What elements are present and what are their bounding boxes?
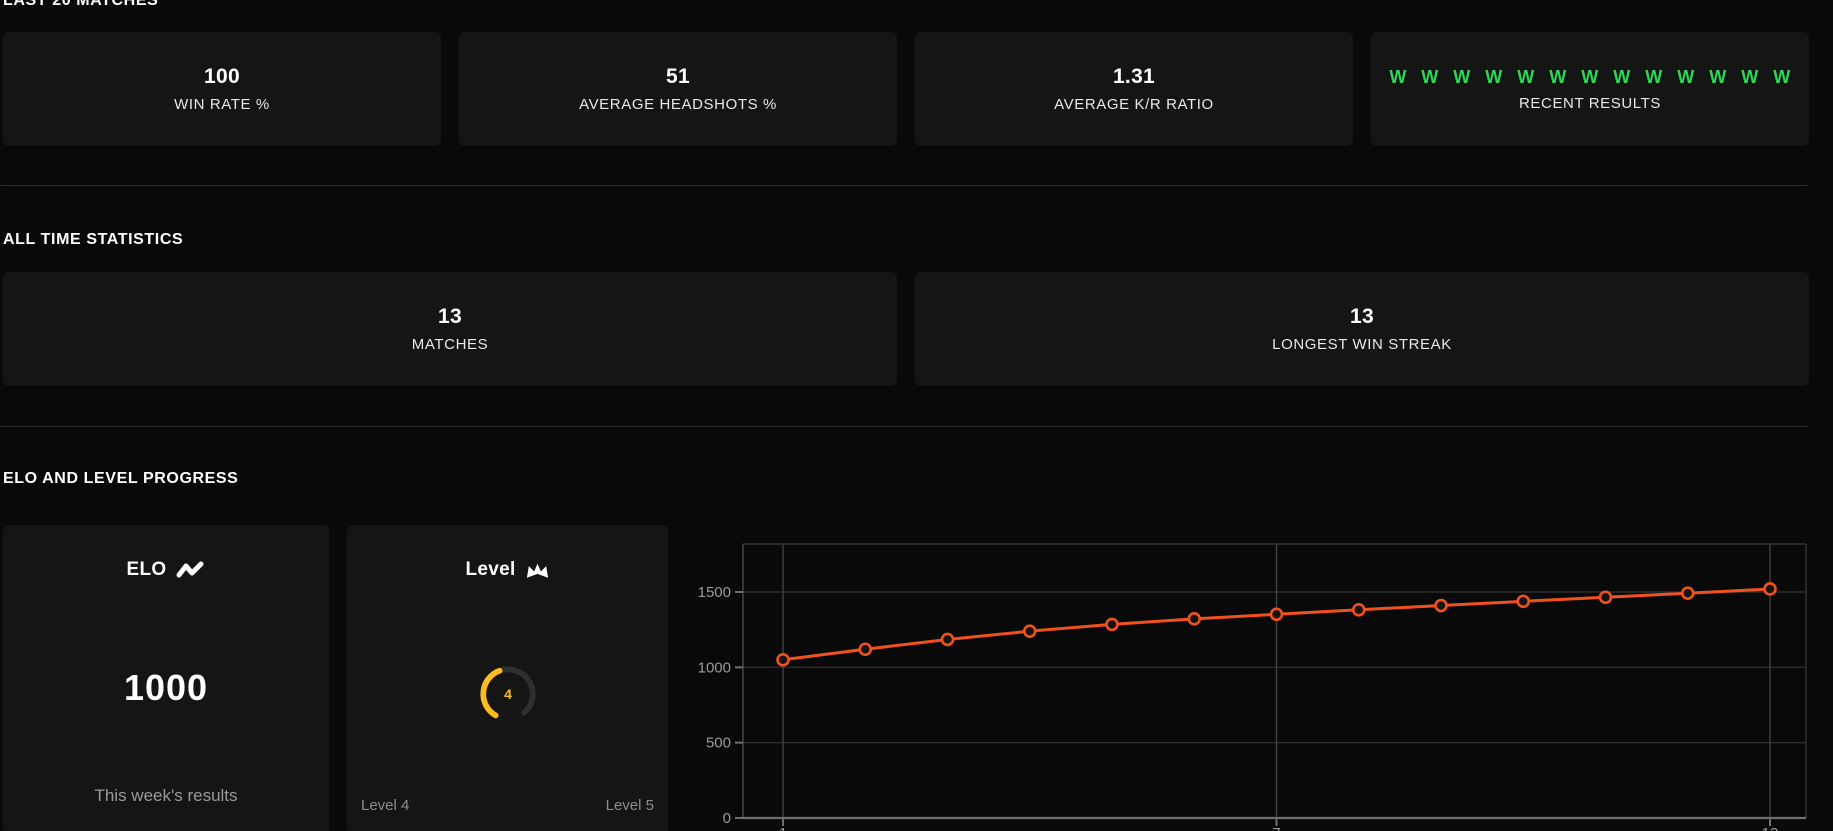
section-title-last-20-matches: LAST 20 MATCHES	[3, 0, 159, 9]
elo-value: 1000	[123, 667, 209, 708]
progress-row: ELO 1000 This week's results Level 4 Lev…	[3, 525, 1833, 831]
elo-graph-icon	[176, 561, 204, 578]
level-number: 4	[504, 686, 512, 702]
stat-label: RECENT RESULTS	[1518, 94, 1662, 112]
crown-icon	[526, 563, 548, 578]
level-card-footer: Level 4 Level 5	[361, 797, 654, 814]
section-divider	[1, 185, 1807, 186]
elo-card-header: ELO	[3, 559, 329, 581]
stat-value: 1.31	[1112, 65, 1156, 88]
svg-text:13: 13	[1762, 825, 1779, 831]
stat-value: 13	[438, 305, 462, 328]
stat-label: WIN RATE %	[174, 96, 270, 113]
stat-card-longest-win-streak: 13 LONGEST WIN STREAK	[915, 272, 1809, 386]
level-gauge: 4	[347, 661, 668, 727]
level-card: Level 4 Level 4 Level 5	[347, 525, 668, 831]
svg-text:1: 1	[779, 825, 787, 831]
stat-card-avg-headshots: 51 AVERAGE HEADSHOTS %	[459, 32, 897, 146]
next-level-label: Level 5	[605, 797, 654, 814]
stats-page: LAST 20 MATCHES 100 WIN RATE % 51 AVERAG…	[0, 0, 1833, 831]
svg-text:1500: 1500	[698, 584, 731, 601]
section-title-elo-level-progress: ELO AND LEVEL PROGRESS	[3, 470, 239, 487]
stat-value: 13	[1350, 305, 1374, 328]
svg-text:1000: 1000	[698, 659, 731, 676]
elo-progress-chart: 0 500 1000 1500 1 7 13	[698, 543, 1807, 831]
stat-value: 100	[204, 65, 240, 88]
stat-label: LONGEST WIN STREAK	[1272, 336, 1452, 353]
section-title-all-time-statistics: ALL TIME STATISTICS	[3, 231, 184, 248]
stat-label: AVERAGE HEADSHOTS %	[579, 96, 777, 113]
gauge-progress	[479, 667, 502, 719]
level-card-header: Level	[347, 559, 668, 581]
stat-card-win-rate: 100 WIN RATE %	[3, 32, 441, 146]
section-divider	[1, 426, 1807, 427]
current-level-label: Level 4	[361, 797, 410, 814]
recent-results-letters: W W W W W W W W W W W W W	[1389, 66, 1791, 87]
stat-label: MATCHES	[411, 336, 489, 353]
last20-cards-row: 100 WIN RATE % 51 AVERAGE HEADSHOTS % 1.…	[3, 32, 1833, 146]
elo-card-title: ELO	[126, 559, 167, 580]
stat-card-recent-results: W W W W W W W W W W W W W RECENT RESULTS	[1371, 32, 1809, 146]
level-card-title: Level	[465, 559, 516, 580]
elo-card: ELO 1000 This week's results	[3, 525, 329, 831]
stat-value: 51	[666, 65, 690, 88]
stat-label: AVERAGE K/R RATIO	[1054, 96, 1214, 113]
stat-card-matches: 13 MATCHES	[3, 272, 897, 386]
stat-card-avg-kr-ratio: 1.31 AVERAGE K/R RATIO	[915, 32, 1353, 146]
svg-text:0: 0	[723, 810, 731, 827]
svg-text:500: 500	[706, 735, 731, 752]
alltime-cards-row: 13 MATCHES 13 LONGEST WIN STREAK	[3, 272, 1833, 386]
elo-card-footer: This week's results	[94, 786, 238, 805]
svg-text:7: 7	[1272, 825, 1280, 831]
